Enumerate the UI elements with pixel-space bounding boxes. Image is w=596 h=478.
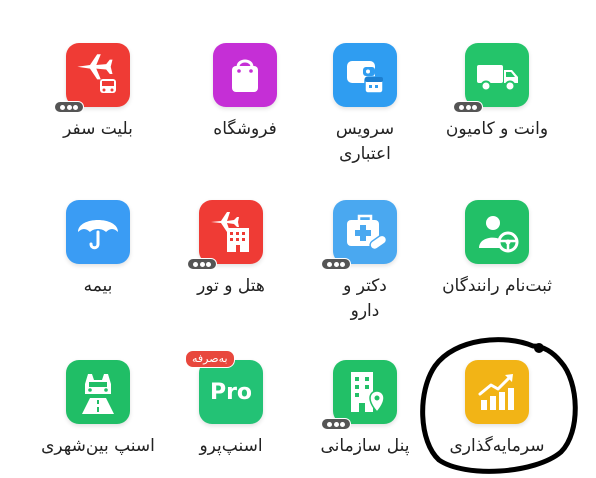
car-road-icon — [82, 374, 114, 414]
tile-intercity-icon-box[interactable] — [66, 360, 130, 424]
tile-credit-icon-box[interactable] — [333, 43, 397, 107]
tile-intercity[interactable]: اسنپ بین‌شهری — [28, 360, 168, 459]
wallet-calendar-icon — [347, 61, 384, 94]
more-dots-indicator — [321, 418, 351, 430]
more-dots-indicator — [54, 101, 84, 113]
tile-panel-icon-box[interactable] — [321, 360, 397, 430]
tile-shop[interactable]: فروشگاه — [175, 43, 315, 142]
tile-driver[interactable]: ثبت‌نام رانندگان — [427, 200, 567, 299]
tile-shop-icon-box[interactable] — [213, 43, 277, 107]
tile-invest[interactable]: سرمایه‌گذاری — [427, 360, 567, 459]
tile-insurance-icon-box[interactable] — [66, 200, 130, 264]
tile-hotel-icon-box[interactable] — [187, 200, 263, 270]
more-dots-indicator — [453, 101, 483, 113]
tile-invest-icon-box[interactable] — [465, 360, 529, 424]
tile-doctor-icon-box[interactable] — [321, 200, 397, 270]
driver-wheel-icon — [479, 216, 519, 253]
tile-intercity-label: اسنپ بین‌شهری — [41, 436, 155, 456]
tile-shop-label: فروشگاه — [213, 119, 277, 139]
medical-kit-icon — [347, 214, 388, 251]
airplane-bus-icon — [77, 54, 116, 93]
tile-driver-label: ثبت‌نام رانندگان — [442, 276, 552, 296]
truck-icon — [477, 65, 518, 92]
tile-credit[interactable]: سرویس اعتباری — [295, 43, 435, 167]
tile-panel-label: پنل سازمانی — [320, 436, 410, 456]
tile-doctor[interactable]: دکتر و دارو — [295, 200, 435, 324]
building-pin-icon — [351, 372, 385, 414]
tile-doctor-label: دکتر و دارو — [343, 276, 387, 321]
tile-flight-label: بلیت سفر — [63, 119, 133, 139]
tile-flight[interactable]: بلیت سفر — [28, 43, 168, 142]
tile-credit-label: سرویس اعتباری — [335, 119, 395, 164]
tile-snappro-icon-box[interactable]: Pro به‌صرفه — [185, 350, 263, 424]
value-badge: به‌صرفه — [185, 350, 235, 368]
shopping-bag-icon — [232, 59, 258, 92]
more-dots-indicator — [321, 258, 351, 270]
tile-truck-icon-box[interactable] — [453, 43, 529, 113]
tile-snappro-label: اسنپ‌پرو — [199, 436, 263, 456]
tile-insurance[interactable]: بیمه — [28, 200, 168, 299]
tile-insurance-label: بیمه — [83, 276, 113, 296]
pro-icon: Pro — [209, 379, 253, 405]
chart-up-icon — [478, 374, 514, 410]
tile-truck-label: وانت و کامیون — [445, 119, 549, 139]
tile-invest-label: سرمایه‌گذاری — [449, 436, 545, 456]
tile-driver-icon-box[interactable] — [465, 200, 529, 264]
tile-snappro[interactable]: Pro به‌صرفه اسنپ‌پرو — [161, 350, 301, 459]
tile-flight-icon-box[interactable] — [54, 43, 130, 113]
umbrella-icon — [78, 220, 118, 250]
tile-hotel-label: هتل و تور — [197, 276, 265, 296]
hotel-plane-icon — [211, 212, 249, 252]
tile-panel[interactable]: پنل سازمانی — [295, 360, 435, 459]
tile-truck[interactable]: وانت و کامیون — [427, 43, 567, 142]
more-dots-indicator — [187, 258, 217, 270]
tile-hotel[interactable]: هتل و تور — [161, 200, 301, 299]
